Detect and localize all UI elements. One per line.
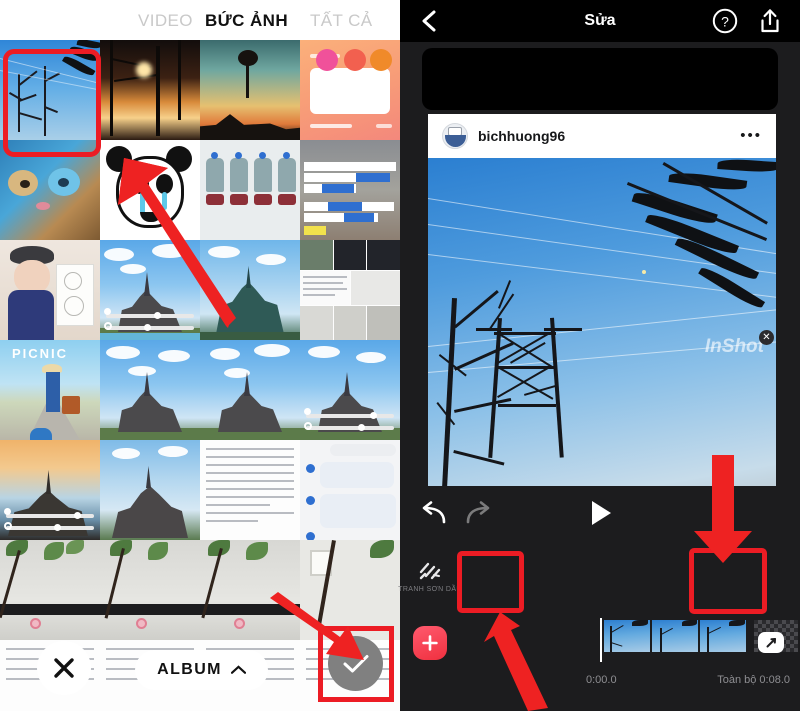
post-more-button[interactable]: ••• xyxy=(740,128,762,143)
clip-frame[interactable] xyxy=(652,620,700,652)
photo-thumb[interactable] xyxy=(100,40,200,140)
cut-handle-icon xyxy=(766,638,776,648)
redo-icon xyxy=(466,501,490,524)
play-icon xyxy=(592,501,611,525)
add-clip-button[interactable] xyxy=(413,626,447,660)
photo-thumb[interactable] xyxy=(0,540,100,640)
photo-thumb[interactable] xyxy=(200,440,300,540)
timeline-start-time: 0:00.0 xyxy=(586,674,617,686)
photo-grid: PICNIC xyxy=(0,40,400,711)
tab-video[interactable]: VIDEO xyxy=(138,11,193,31)
video-editor-panel: Sửa ? bichhuong96 ••• InShot ✕ TRANH SƠN… xyxy=(398,0,800,711)
timeline-panel: 0:00.0 Toàn bộ 0:08.0 xyxy=(400,616,800,711)
video-preview[interactable]: bichhuong96 ••• InShot ✕ xyxy=(400,42,800,486)
editor-toolbar: TRANH SƠN DẦU ÂM NHẠC xyxy=(398,548,800,614)
timeline-total-time: Toàn bộ 0:08.0 xyxy=(717,674,790,686)
checkmark-icon xyxy=(343,654,368,672)
clip-strip[interactable] xyxy=(604,620,748,652)
photo-thumb[interactable] xyxy=(100,440,200,540)
close-icon xyxy=(54,658,74,678)
tool-oil-painting[interactable]: TRANH SƠN DẦU xyxy=(398,548,462,612)
photo-thumb[interactable] xyxy=(300,440,400,540)
photo-thumb[interactable] xyxy=(200,240,300,340)
share-button[interactable] xyxy=(758,8,782,34)
post-image: InShot ✕ xyxy=(428,158,776,486)
clip-frame[interactable] xyxy=(700,620,748,652)
photo-thumb[interactable] xyxy=(0,140,100,240)
photo-thumb[interactable] xyxy=(100,240,200,340)
help-circle-icon: ? xyxy=(712,8,738,34)
avatar xyxy=(442,123,468,149)
cut-handle-button[interactable] xyxy=(758,632,784,653)
plus-icon xyxy=(422,635,438,651)
photo-thumb[interactable] xyxy=(0,440,100,540)
photo-thumb[interactable] xyxy=(300,40,400,140)
svg-text:?: ? xyxy=(721,13,729,29)
photo-thumb[interactable] xyxy=(300,240,400,340)
post-header: bichhuong96 ••• xyxy=(428,114,776,158)
music-tool-highlight xyxy=(457,551,524,613)
back-button[interactable] xyxy=(418,9,442,33)
help-button[interactable]: ? xyxy=(712,8,738,34)
photo-thumb[interactable] xyxy=(100,140,200,240)
photo-thumb[interactable] xyxy=(300,140,400,240)
photo-thumb[interactable] xyxy=(200,340,300,440)
redo-button[interactable] xyxy=(464,500,492,528)
editor-controls xyxy=(400,486,800,542)
playhead[interactable] xyxy=(600,618,602,662)
photo-picker-panel: VIDEO BỨC ẢNH TẤT CẢ PICNIC ALBUM xyxy=(0,0,400,711)
photo-thumb[interactable] xyxy=(300,540,400,640)
photo-thumb[interactable]: PICNIC xyxy=(0,340,100,440)
back-chevron-icon xyxy=(422,10,436,32)
photo-thumb[interactable] xyxy=(100,340,200,440)
undo-button[interactable] xyxy=(420,500,448,528)
photo-thumb[interactable] xyxy=(0,40,100,140)
watermark-close-icon[interactable]: ✕ xyxy=(759,330,774,345)
tool-label: TRANH SƠN DẦU xyxy=(398,586,462,593)
close-button[interactable] xyxy=(37,641,91,695)
instagram-post: bichhuong96 ••• InShot ✕ xyxy=(428,114,776,486)
photo-thumb[interactable] xyxy=(100,540,200,640)
chevron-up-icon xyxy=(230,665,246,674)
confirm-selection-button[interactable] xyxy=(328,636,383,691)
page-title: Sửa xyxy=(584,12,616,29)
duration-tool-highlight xyxy=(689,548,767,614)
tab-all[interactable]: TẤT CẢ xyxy=(310,11,373,31)
album-label: ALBUM xyxy=(157,661,222,678)
tab-photos[interactable]: BỨC ẢNH xyxy=(205,11,288,31)
photo-thumb[interactable] xyxy=(200,140,300,240)
editor-header: Sửa ? xyxy=(400,0,800,42)
photo-thumb[interactable] xyxy=(0,240,100,340)
play-button[interactable] xyxy=(590,500,612,526)
watermark: InShot xyxy=(704,336,764,357)
share-icon xyxy=(761,9,779,33)
photo-thumb[interactable] xyxy=(200,40,300,140)
album-selector-button[interactable]: ALBUM xyxy=(135,650,268,690)
preview-black-bar xyxy=(422,48,778,110)
photo-thumb[interactable] xyxy=(200,540,300,640)
power-pylon xyxy=(476,317,582,458)
undo-icon xyxy=(422,501,446,524)
photo-thumb[interactable] xyxy=(300,340,400,440)
hatch-icon xyxy=(398,548,462,586)
clip-frame[interactable] xyxy=(604,620,652,652)
post-username: bichhuong96 xyxy=(478,128,566,144)
picker-tabbar: VIDEO BỨC ẢNH TẤT CẢ xyxy=(0,0,400,40)
